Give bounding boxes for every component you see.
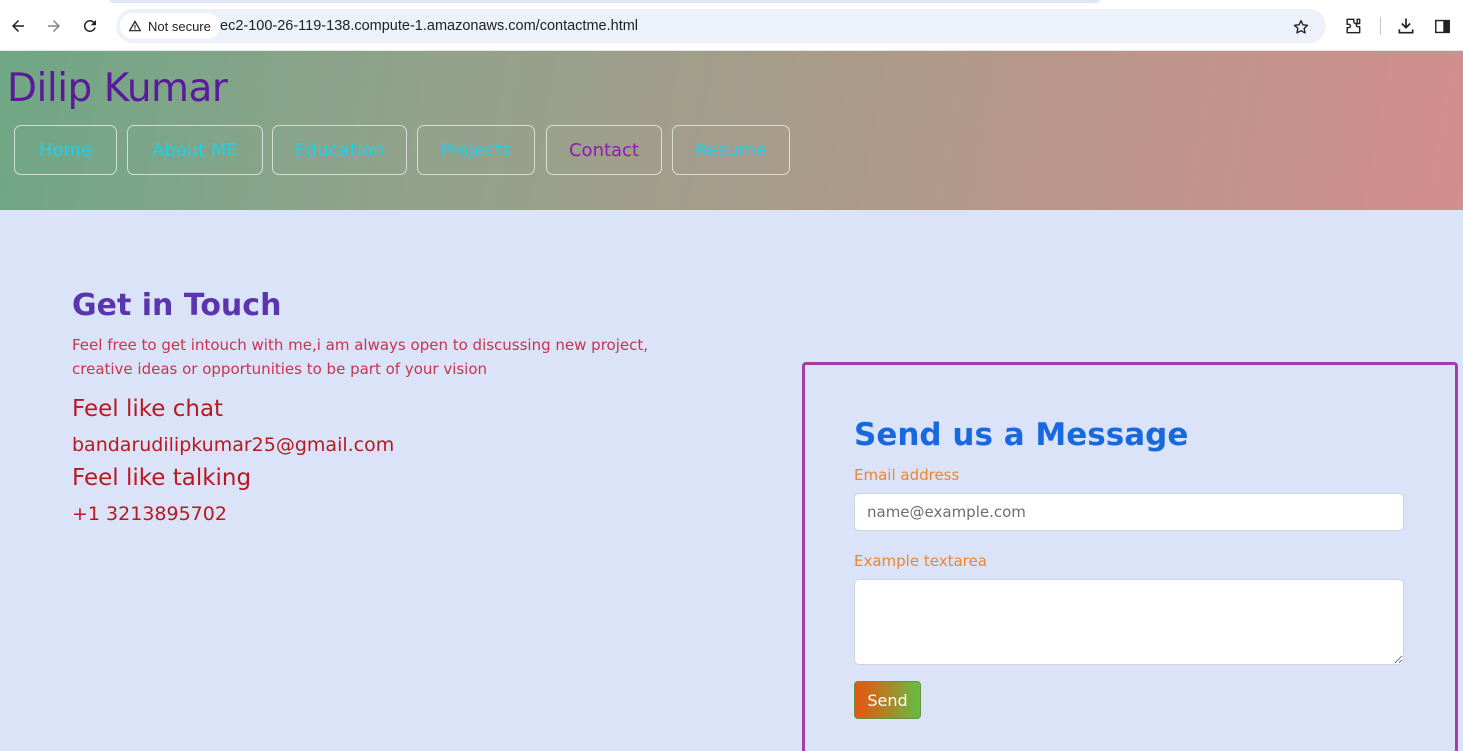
address-bar[interactable]: Not secure ec2-100-26-119-138.compute-1.… bbox=[116, 9, 1326, 43]
textarea-label: Example textarea bbox=[854, 552, 987, 570]
site-header: Dilip Kumar Home About ME Education Proj… bbox=[0, 51, 1463, 210]
extensions-icon[interactable] bbox=[1341, 14, 1365, 38]
toolbar-divider bbox=[1380, 17, 1381, 35]
star-icon[interactable] bbox=[1290, 16, 1312, 38]
message-textarea[interactable] bbox=[854, 579, 1404, 665]
send-button[interactable]: Send bbox=[854, 681, 921, 719]
phone-number[interactable]: +1 3213895702 bbox=[72, 503, 227, 525]
nav-contact[interactable]: Contact bbox=[546, 125, 662, 175]
nav-home[interactable]: Home bbox=[14, 125, 117, 175]
warning-icon bbox=[128, 20, 142, 32]
side-panel-icon[interactable] bbox=[1430, 14, 1454, 38]
download-icon[interactable] bbox=[1394, 14, 1418, 38]
email-label: Email address bbox=[854, 466, 960, 484]
get-in-touch-heading: Get in Touch bbox=[72, 288, 282, 323]
tab-strip bbox=[110, 0, 1100, 3]
forward-icon[interactable] bbox=[42, 14, 66, 38]
site-title[interactable]: Dilip Kumar bbox=[7, 66, 228, 111]
description-line-1: Feel free to get intouch with me,i am al… bbox=[72, 336, 648, 354]
browser-toolbar: Not secure ec2-100-26-119-138.compute-1.… bbox=[0, 0, 1463, 51]
nav-projects[interactable]: Projects bbox=[417, 125, 535, 175]
form-title: Send us a Message bbox=[854, 417, 1189, 453]
nav-resume[interactable]: Resume bbox=[672, 125, 790, 175]
talk-heading: Feel like talking bbox=[72, 465, 252, 491]
url-text[interactable]: ec2-100-26-119-138.compute-1.amazonaws.c… bbox=[220, 18, 638, 34]
nav-about-me[interactable]: About ME bbox=[127, 125, 263, 175]
back-icon[interactable] bbox=[6, 14, 30, 38]
nav-education[interactable]: Education bbox=[272, 125, 407, 175]
reload-icon[interactable] bbox=[78, 14, 102, 38]
chat-heading: Feel like chat bbox=[72, 396, 224, 422]
security-chip[interactable]: Not secure bbox=[120, 13, 220, 39]
email-field[interactable] bbox=[854, 493, 1404, 531]
description-line-2: creative ideas or opportunities to be pa… bbox=[72, 360, 488, 378]
contact-description: Feel free to get intouch with me,i am al… bbox=[72, 333, 652, 381]
message-form: Send us a Message Email address Example … bbox=[802, 362, 1458, 751]
security-label: Not secure bbox=[148, 18, 211, 34]
email-address[interactable]: bandarudilipkumar25@gmail.com bbox=[72, 434, 394, 456]
